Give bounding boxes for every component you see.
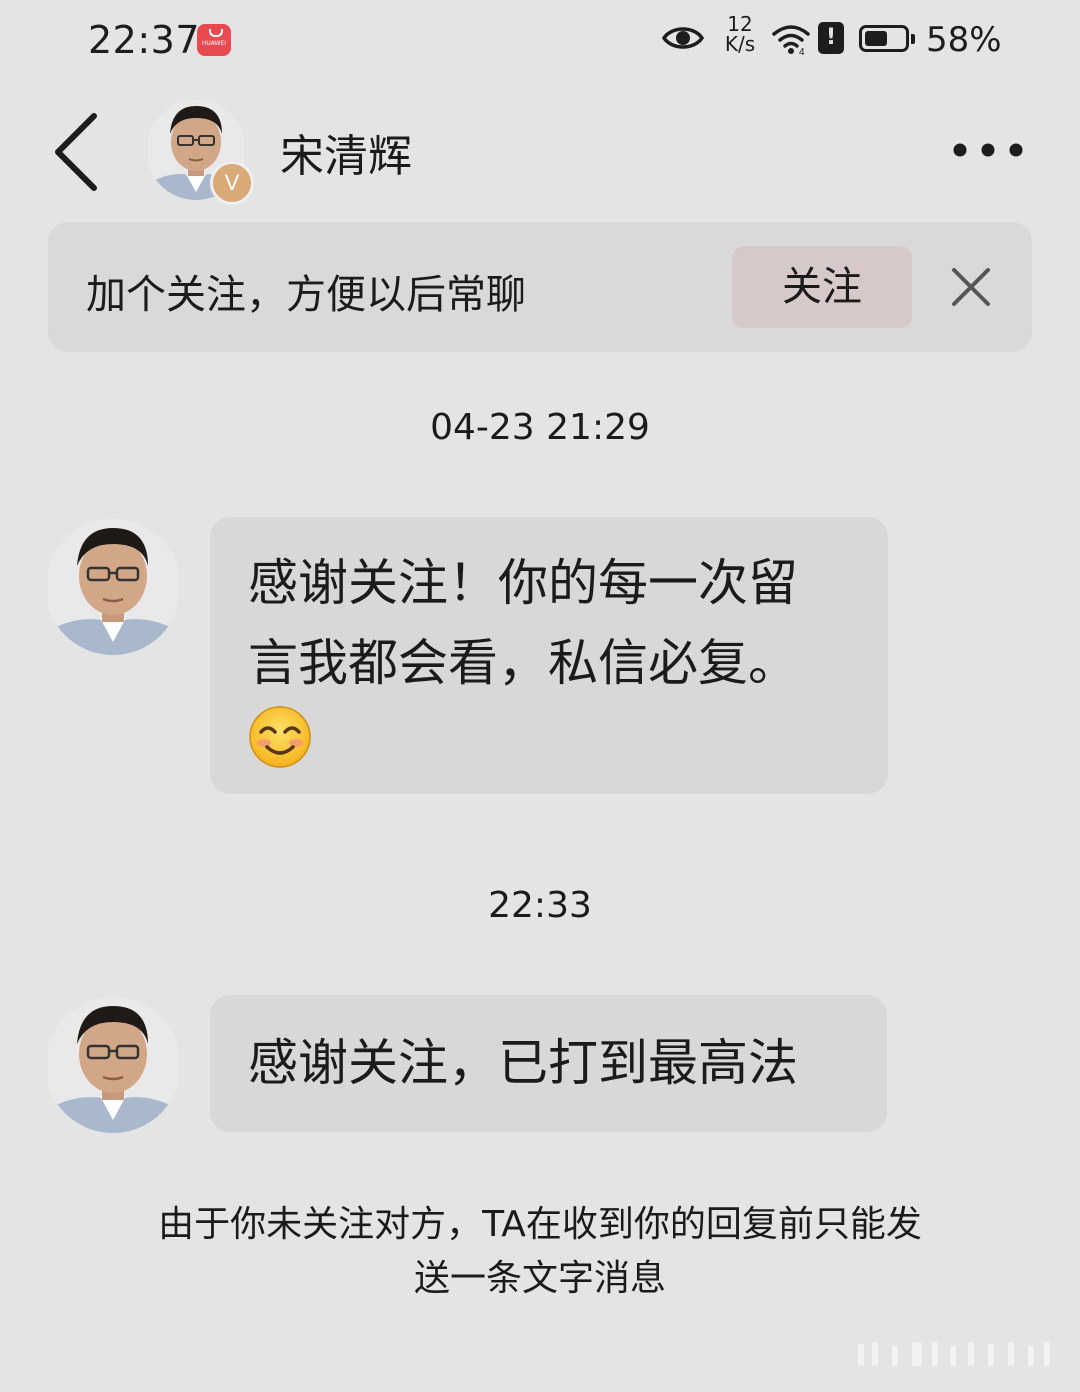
notice-line: 由于你未关注对方，TA在收到你的回复前只能发 (158, 1204, 922, 1245)
alert-icon: ! (818, 22, 844, 54)
battery-level (865, 31, 887, 46)
battery-percent: 58% (926, 20, 1002, 60)
message-timestamp: 22:33 (488, 885, 592, 926)
network-speed: 12 K/s (720, 14, 760, 54)
close-icon[interactable] (950, 266, 992, 308)
svg-text:4: 4 (799, 47, 805, 56)
verified-badge-icon: V (210, 161, 254, 205)
follow-banner: 加个关注，方便以后常聊 关注 (48, 222, 1032, 352)
wifi-icon: 4 (772, 25, 810, 56)
back-arrow-icon[interactable] (50, 112, 102, 192)
chat-header: V 宋清辉 (0, 90, 1080, 210)
contact-name[interactable]: 宋清辉 (280, 120, 412, 184)
eye-icon (662, 27, 704, 49)
follow-banner-text: 加个关注，方便以后常聊 (86, 272, 526, 318)
battery-icon (859, 25, 915, 52)
sender-avatar[interactable] (48, 516, 178, 658)
app-badge-text: HUAWEI (201, 40, 227, 47)
status-icons: 12 K/s 4 ! 58% (640, 0, 1080, 84)
message-bubble[interactable]: 感谢关注！你的每一次留 言我都会看，私信必复。 (210, 517, 888, 794)
message-bubble[interactable]: 感谢关注，已打到最高法 (210, 995, 887, 1132)
network-speed-value: 12 (727, 12, 753, 36)
message-text-line: 言我都会看，私信必复。 (248, 634, 798, 692)
message-timestamp: 04-23 21:29 (430, 407, 650, 448)
sender-avatar[interactable] (48, 994, 178, 1136)
reply-limit-notice: 由于你未关注对方，TA在收到你的回复前只能发 送一条文字消息 (90, 1198, 990, 1306)
follow-button[interactable]: 关注 (732, 246, 912, 328)
status-time: 22:37 (88, 18, 201, 62)
status-bar: 22:37 HUAWEI 12 K/s 4 ! 58% (0, 0, 1080, 84)
message-text-line: 感谢关注！你的每一次留 (248, 554, 798, 612)
network-speed-unit: K/s (724, 32, 756, 56)
message-text: 感谢关注，已打到最高法 (248, 1034, 798, 1092)
smiling-face-icon (249, 706, 311, 768)
watermark-icon (858, 1342, 1050, 1366)
notice-line: 送一条文字消息 (413, 1258, 666, 1299)
more-options-icon[interactable] (952, 142, 1024, 158)
app-notification-icon: HUAWEI (197, 24, 231, 56)
